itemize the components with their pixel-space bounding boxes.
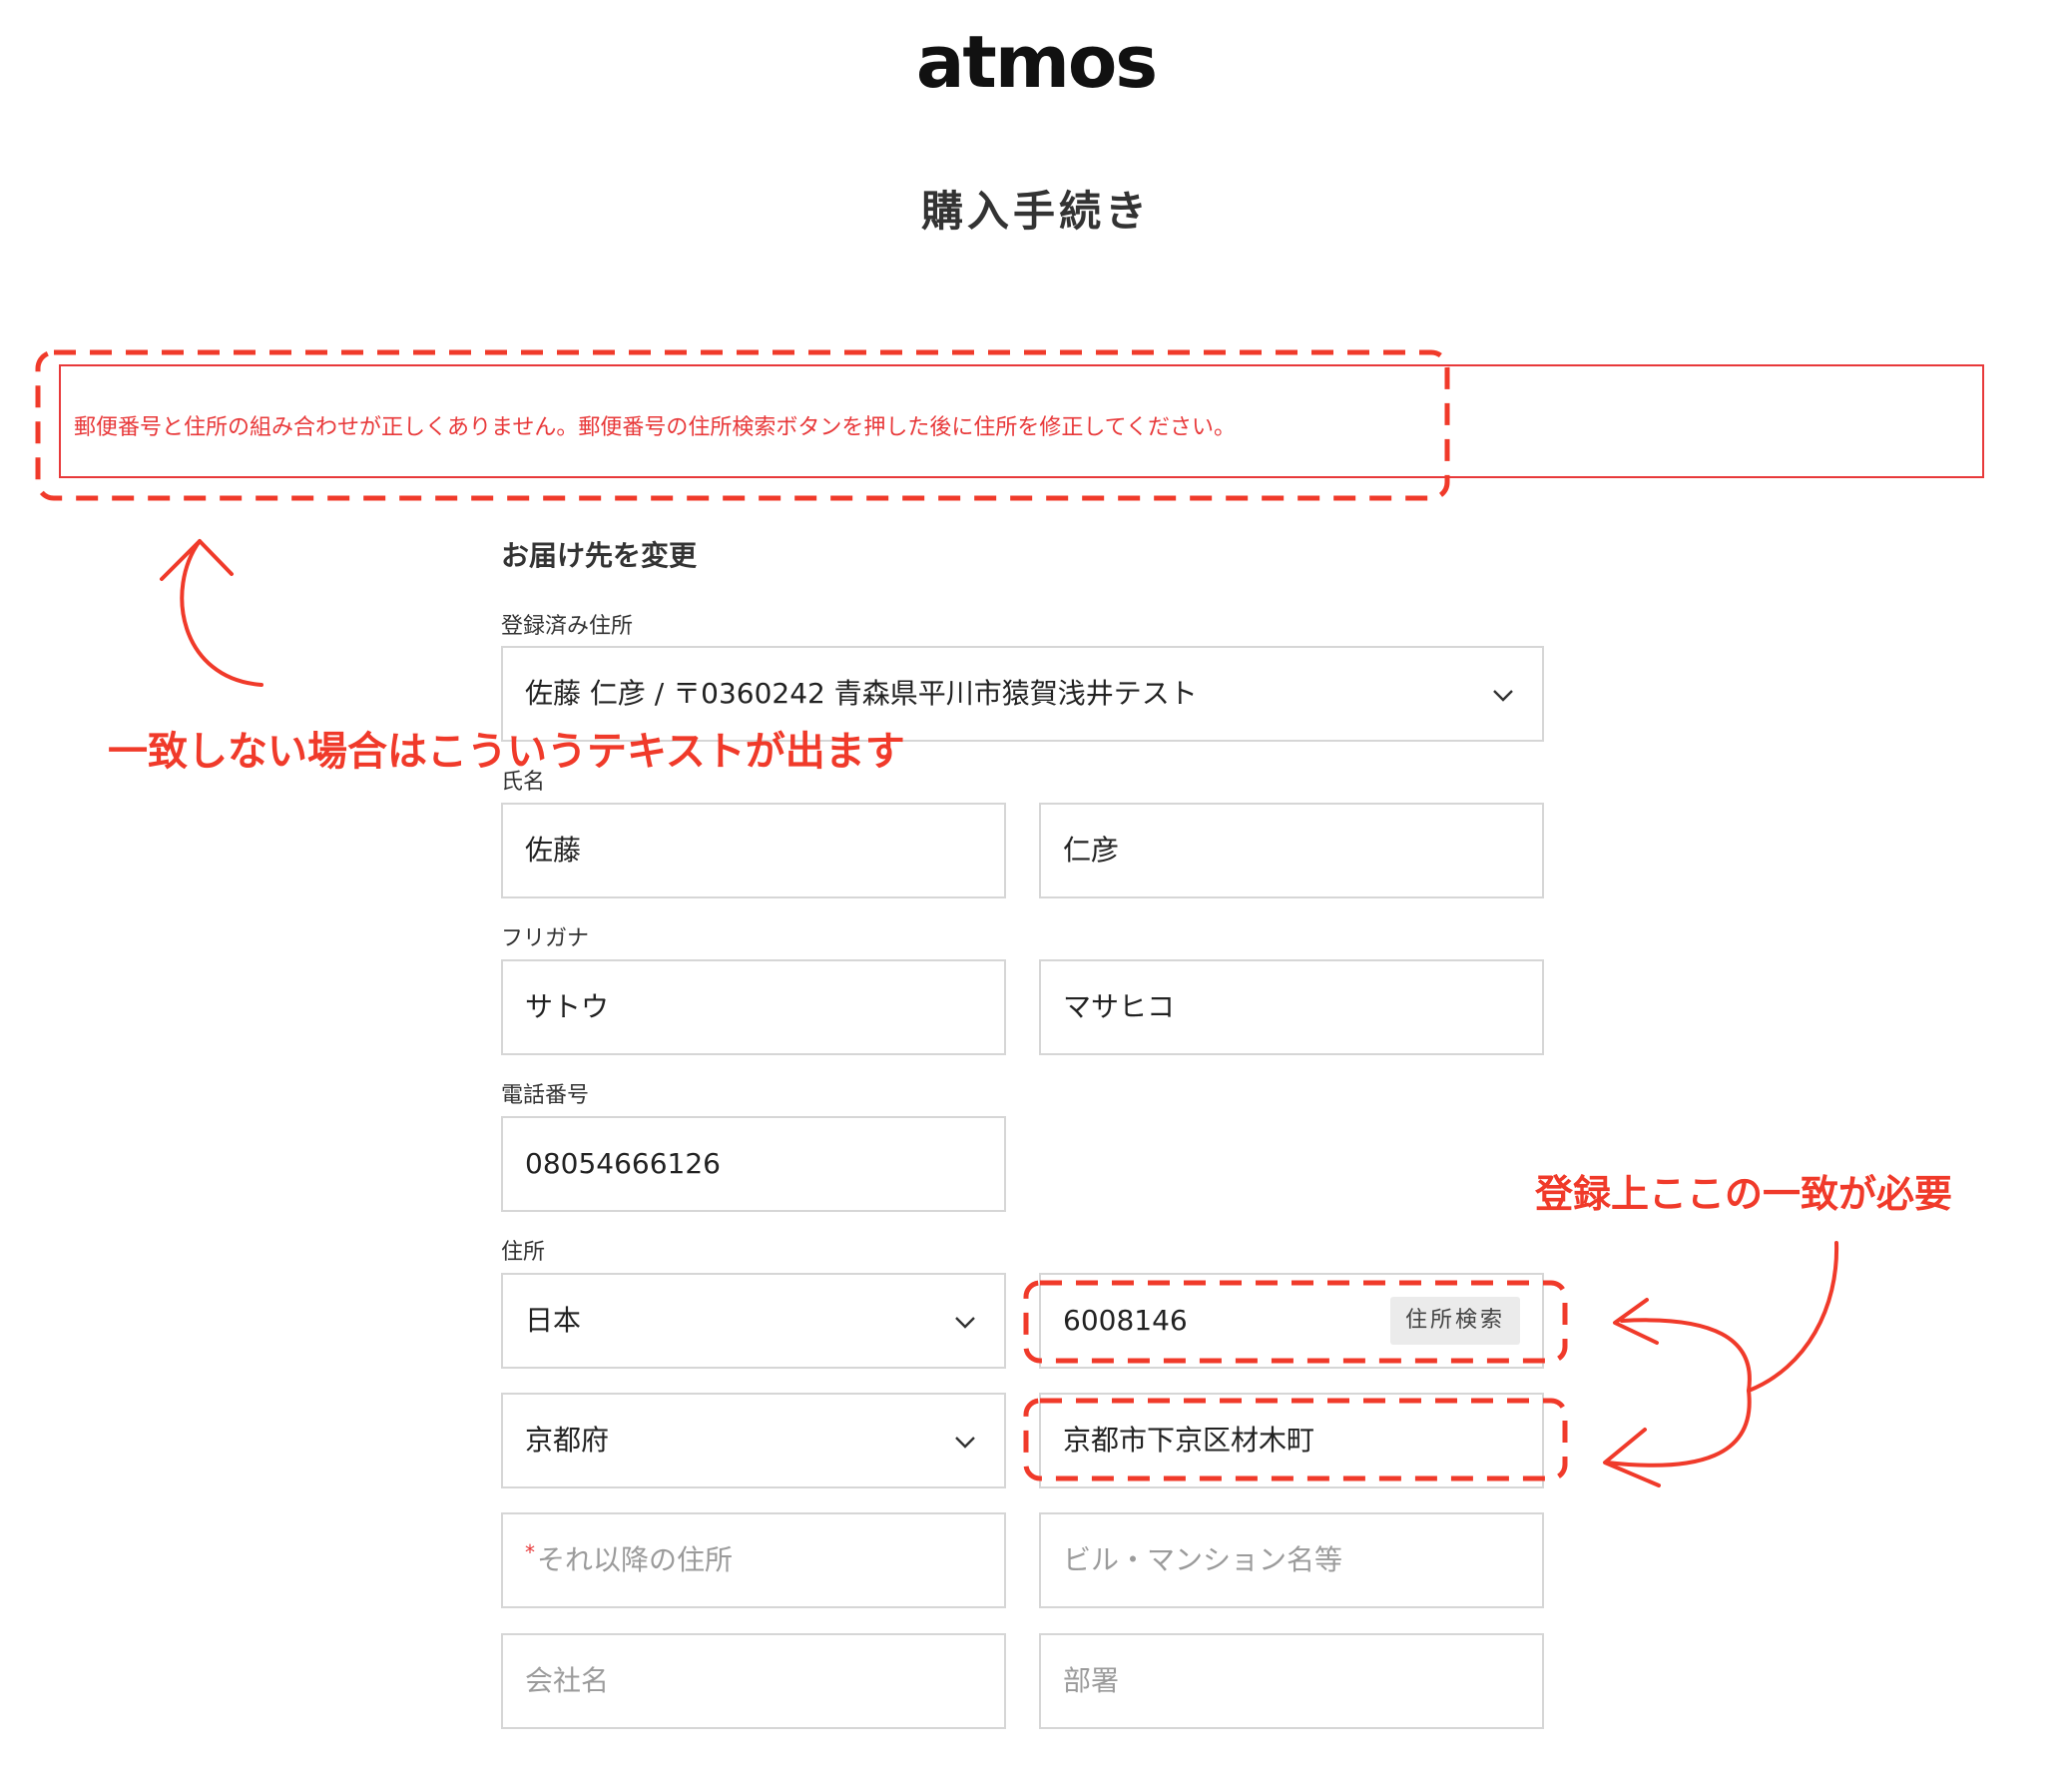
first-kana-input[interactable]: マサヒコ — [1039, 959, 1544, 1055]
last-name-input[interactable]: 佐藤 — [501, 803, 1006, 898]
address-label: 住所 — [501, 1240, 546, 1265]
city-input[interactable]: 京都市下京区材木町 — [1039, 1393, 1544, 1488]
section-title: お届け先を変更 — [501, 539, 698, 572]
postal-code-input[interactable]: 6008146 住所検索 — [1039, 1273, 1544, 1369]
annotation-overlay — [35, 349, 1839, 1487]
prefecture-value: 京都府 — [525, 1424, 610, 1457]
chevron-down-icon — [955, 1437, 975, 1449]
error-arrow-icon — [180, 539, 263, 687]
match-arrow-stem-icon — [1747, 1241, 1839, 1393]
street-address-placeholder-text: それ以降の住所 — [537, 1543, 734, 1576]
kana-label: フリガナ — [501, 926, 590, 951]
building-input[interactable]: ビル・マンション名等 — [1039, 1512, 1544, 1608]
country-select[interactable]: 日本 — [501, 1273, 1006, 1369]
postal-code-value: 6008146 — [1063, 1304, 1188, 1337]
phone-label: 電話番号 — [501, 1083, 590, 1108]
error-annotation-text: 一致しない場合はこういうテキストが出ます — [108, 729, 905, 775]
match-arrow-upper-icon — [1620, 1318, 1752, 1393]
department-placeholder: 部署 — [1063, 1664, 1120, 1697]
required-mark: * — [525, 1540, 535, 1564]
building-placeholder: ビル・マンション名等 — [1063, 1543, 1343, 1576]
error-arrowhead-icon — [160, 539, 234, 581]
company-input[interactable]: 会社名 — [501, 1633, 1006, 1729]
last-name-value: 佐藤 — [525, 834, 582, 867]
last-kana-input[interactable]: サトウ — [501, 959, 1006, 1055]
first-name-input[interactable]: 仁彦 — [1039, 803, 1544, 898]
address-search-button[interactable]: 住所検索 — [1390, 1297, 1520, 1345]
match-arrowhead-upper-icon — [1613, 1298, 1659, 1345]
chevron-down-icon — [1493, 690, 1513, 702]
country-value: 日本 — [525, 1304, 582, 1337]
prefecture-select[interactable]: 京都府 — [501, 1393, 1006, 1488]
first-kana-value: マサヒコ — [1063, 990, 1176, 1023]
atmos-logo[interactable]: atmos — [0, 22, 2072, 102]
company-placeholder: 会社名 — [525, 1664, 610, 1697]
saved-address-label: 登録済み住所 — [501, 614, 634, 639]
city-value: 京都市下京区材木町 — [1063, 1424, 1315, 1457]
phone-value: 08054666126 — [525, 1147, 721, 1180]
street-address-input[interactable]: *それ以降の住所 — [501, 1512, 1006, 1608]
department-input[interactable]: 部署 — [1039, 1633, 1544, 1729]
match-arrow-lower-icon — [1605, 1389, 1752, 1468]
error-message-text: 郵便番号と住所の組み合わせが正しくありません。郵便番号の住所検索ボタンを押した後… — [74, 415, 1237, 440]
match-annotation-text: 登録上ここの一致が必要 — [1535, 1172, 1953, 1216]
first-name-value: 仁彦 — [1063, 834, 1120, 867]
match-arrowhead-lower-icon — [1603, 1428, 1661, 1487]
chevron-down-icon — [955, 1317, 975, 1329]
street-address-placeholder: *それ以降の住所 — [525, 1514, 733, 1608]
last-kana-value: サトウ — [525, 990, 610, 1023]
page-title: 購入手続き — [920, 187, 1151, 236]
phone-input[interactable]: 08054666126 — [501, 1116, 1006, 1212]
